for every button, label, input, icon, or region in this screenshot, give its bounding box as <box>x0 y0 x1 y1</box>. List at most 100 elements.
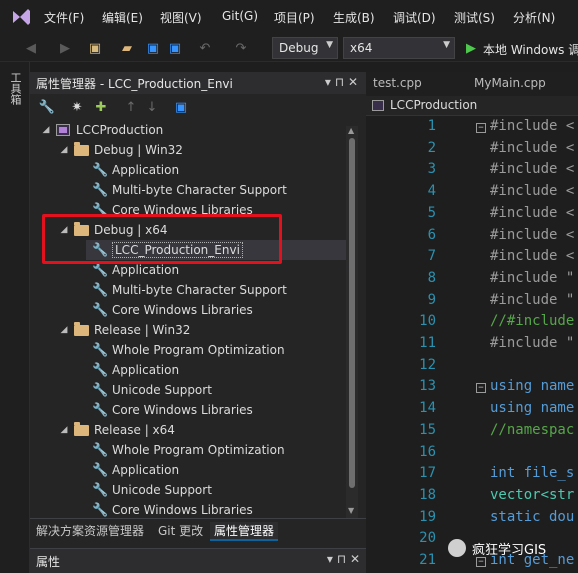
code-line[interactable]: 7 #include < <box>366 248 578 269</box>
code-text: #include < <box>490 226 575 243</box>
code-line[interactable]: 10 //#include <box>366 313 578 334</box>
tree-item[interactable]: 🔧 Unicode Support <box>92 380 212 400</box>
vs-logo-icon[interactable] <box>10 7 32 27</box>
fold-toggle-icon[interactable]: − <box>476 123 486 133</box>
tab-git-changes[interactable]: Git 更改 <box>158 522 203 539</box>
tree-item-label: Whole Program Optimization <box>112 443 285 457</box>
code-text: static dou <box>490 508 575 525</box>
new-item-icon[interactable]: ▣ <box>86 39 104 57</box>
code-line[interactable]: 11 #include " <box>366 335 578 356</box>
tree-item[interactable]: 🔧 Core Windows Libraries <box>92 400 253 420</box>
code-text: #include < <box>490 118 575 134</box>
code-line[interactable]: 1 − #include < <box>366 118 578 139</box>
code-line[interactable]: 19 static dou <box>366 509 578 530</box>
tree-config[interactable]: ◢ Debug | Win32 <box>58 140 183 160</box>
tree-config[interactable]: ◢ Release | Win32 <box>58 320 190 340</box>
line-number: 7 <box>427 248 436 265</box>
tree-item[interactable]: 🔧 Application <box>92 160 179 180</box>
wrench-icon: 🔧 <box>92 402 109 418</box>
menu-project[interactable]: 项目(P) <box>274 9 315 26</box>
save-all-icon[interactable]: ▣ <box>166 39 184 57</box>
tab-test-cpp[interactable]: test.cpp <box>373 76 422 90</box>
nav-project-label[interactable]: LCCProduction <box>390 98 477 112</box>
menu-debug[interactable]: 调试(D) <box>393 9 436 26</box>
wrench-icon: 🔧 <box>92 162 109 178</box>
menu-build[interactable]: 生成(B) <box>333 9 375 26</box>
toolbox-tab[interactable]: 工具箱 <box>8 72 22 105</box>
code-line[interactable]: 15 //namespac <box>366 422 578 443</box>
tree-config[interactable]: ◢ Release | x64 <box>58 420 175 440</box>
line-number: 15 <box>419 421 436 438</box>
menu-edit[interactable]: 编辑(E) <box>102 9 143 26</box>
highlight-annotation-box <box>42 214 282 264</box>
panel-window-controls[interactable]: ▾ ⊓ ✕ <box>325 75 358 89</box>
code-line[interactable]: 18 vector<str <box>366 487 578 508</box>
line-number: 2 <box>427 139 436 156</box>
platform-select[interactable]: x64 ▼ <box>343 37 455 59</box>
tree-root[interactable]: ◢ LCCProduction <box>40 120 164 140</box>
scroll-up-icon[interactable]: ▲ <box>348 126 354 135</box>
chevron-down-icon: ▼ <box>443 40 450 50</box>
code-line[interactable]: 13 − using name <box>366 378 578 399</box>
run-icon[interactable]: ▶ <box>462 39 480 57</box>
tree-item[interactable]: 🔧 Whole Program Optimization <box>92 340 285 360</box>
back-icon[interactable]: ◀ <box>22 39 40 57</box>
tree-item[interactable]: 🔧 Multi-byte Character Support <box>92 180 287 200</box>
tree-item[interactable]: 🔧 Unicode Support <box>92 480 212 500</box>
code-line[interactable]: 9 #include " <box>366 292 578 313</box>
open-folder-icon[interactable]: ▰ <box>118 39 136 57</box>
code-line[interactable]: 2 #include < <box>366 140 578 161</box>
tree-item[interactable]: 🔧 Application <box>92 460 179 480</box>
undo-icon[interactable]: ↶ <box>196 39 214 57</box>
add-new-property-sheet-icon[interactable]: ✷ <box>68 98 86 116</box>
wrench-icon: 🔧 <box>92 262 109 278</box>
tree-item[interactable]: 🔧 Multi-byte Character Support <box>92 280 287 300</box>
panel-title-bar: 属性管理器 - LCC_Production_Envi ▾ ⊓ ✕ <box>30 72 366 94</box>
tab-solution-explorer[interactable]: 解决方案资源管理器 <box>36 522 144 539</box>
tree-item[interactable]: 🔧 Core Windows Libraries <box>92 500 253 520</box>
folder-icon <box>74 421 89 436</box>
menu-test[interactable]: 测试(S) <box>454 9 495 26</box>
code-line[interactable]: 14 using name <box>366 400 578 421</box>
wrench-icon: 🔧 <box>92 442 109 458</box>
save-icon[interactable]: ▣ <box>172 98 190 116</box>
move-up-icon[interactable]: ↑ <box>122 98 140 116</box>
collapse-icon: ◢ <box>60 425 68 435</box>
code-text: #include < <box>490 183 575 200</box>
code-line[interactable]: 3 #include < <box>366 161 578 182</box>
add-existing-property-sheet-icon[interactable]: ✚ <box>92 98 110 116</box>
tree-item[interactable]: 🔧 Application <box>92 360 179 380</box>
tree-scrollbar-thumb[interactable] <box>349 138 355 488</box>
code-line[interactable]: 5 #include < <box>366 205 578 226</box>
code-line[interactable]: 6 #include < <box>366 227 578 248</box>
redo-icon[interactable]: ↷ <box>232 39 250 57</box>
code-line[interactable]: 8 #include " <box>366 270 578 291</box>
forward-icon[interactable]: ▶ <box>56 39 74 57</box>
run-button-label[interactable]: 本地 Windows 调 <box>483 41 578 58</box>
code-line[interactable]: 16 <box>366 444 578 465</box>
move-down-icon[interactable]: ↓ <box>143 98 161 116</box>
wrench-icon: 🔧 <box>92 482 109 498</box>
menu-view[interactable]: 视图(V) <box>160 9 202 26</box>
line-number: 6 <box>427 226 436 243</box>
menu-file[interactable]: 文件(F) <box>44 9 84 26</box>
fold-toggle-icon[interactable]: − <box>476 383 486 394</box>
config-select[interactable]: Debug ▼ <box>272 37 338 59</box>
save-icon[interactable]: ▣ <box>144 39 162 57</box>
code-line[interactable]: 12 <box>366 357 578 378</box>
menu-git[interactable]: Git(G) <box>222 9 258 23</box>
tab-mymain-cpp[interactable]: MyMain.cpp <box>474 76 546 90</box>
tree-item[interactable]: 🔧 Core Windows Libraries <box>92 300 253 320</box>
properties-panel-header: 属性 ▾ ⊓ ✕ <box>30 548 366 573</box>
properties-wrench-icon[interactable]: 🔧 <box>38 98 56 116</box>
tree-item[interactable]: 🔧 Whole Program Optimization <box>92 440 285 460</box>
tab-property-manager[interactable]: 属性管理器 <box>210 522 279 541</box>
code-line[interactable]: 17 int file_s <box>366 465 578 486</box>
tree-item-label: Application <box>112 263 180 277</box>
panel-controls-icon[interactable]: ▾ ⊓ ✕ <box>327 552 360 566</box>
menu-analyze[interactable]: 分析(N) <box>513 9 555 26</box>
line-number: 20 <box>419 530 436 547</box>
code-editor[interactable]: 1− #include <2 #include <3 #include <4 #incl… <box>366 116 578 573</box>
code-line[interactable]: 4 #include < <box>366 183 578 204</box>
scroll-down-icon[interactable]: ▼ <box>348 506 354 515</box>
